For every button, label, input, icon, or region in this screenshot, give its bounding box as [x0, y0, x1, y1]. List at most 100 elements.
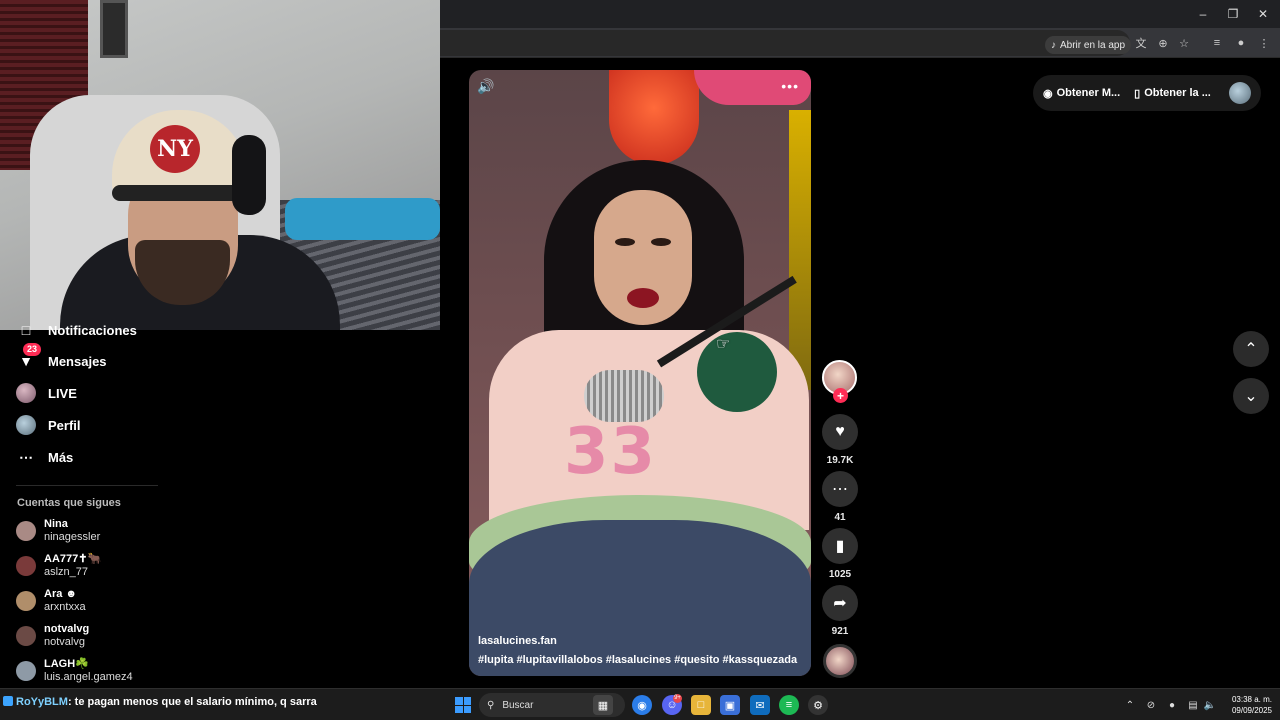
outlook-icon[interactable]: ✉: [750, 695, 770, 715]
save-count: 1025: [828, 569, 852, 580]
video-caption: lasalucines.fan #lupita #lupitavillalobo…: [478, 635, 803, 666]
profile-avatar: [16, 415, 36, 435]
chat-overlay: RoYyBLM: te pagan menos que el salario m…: [3, 696, 317, 708]
phone-icon: ▯: [1134, 87, 1141, 100]
comment-count: 41: [834, 512, 846, 523]
sidebar-item-live[interactable]: LIVE: [16, 381, 77, 405]
windows-start-icon[interactable]: [455, 697, 471, 713]
get-app-button[interactable]: ▯ Obtener la ...: [1134, 87, 1211, 100]
address-bar[interactable]: ♪ Abrir en la app: [440, 30, 1132, 56]
browser-toolbar: ♪ Abrir en la app 文 ⊕ ☆ ≡ ● ⋮: [440, 28, 1280, 58]
browser-menu-icon[interactable]: ⋮: [1255, 34, 1273, 52]
bookmark-icon: ▮: [835, 538, 845, 555]
send-icon: ▼ 23: [16, 343, 42, 371]
account-handle: ninagessler: [44, 531, 101, 543]
like-button[interactable]: ♥: [822, 414, 858, 450]
inbox-icon: □: [21, 322, 31, 338]
account-name: notvalvg: [44, 623, 90, 635]
browser-titlebar: – ❐ ✕: [440, 0, 1280, 28]
like-count: 19.7K: [826, 455, 854, 466]
comment-button[interactable]: ⋯: [822, 471, 858, 507]
video-player[interactable]: 33 🔊 ••• lasalucines.fan #lupita #lupita…: [469, 70, 811, 676]
video-person-eye: [615, 238, 635, 246]
webcam-cap-visor: [112, 185, 247, 201]
get-coins-button[interactable]: ◉ Obtener M...: [1043, 87, 1120, 100]
more-options-icon[interactable]: •••: [781, 78, 799, 94]
chevron-up-icon: ⌃: [1244, 341, 1258, 358]
user-avatar[interactable]: [1229, 82, 1251, 104]
video-person-eye: [651, 238, 671, 246]
save-button[interactable]: ▮: [822, 528, 858, 564]
cap-logo-icon: NY: [150, 125, 200, 173]
sidebar-item-more[interactable]: ⋯ Más: [16, 445, 73, 469]
open-in-app-button[interactable]: ♪ Abrir en la app: [1045, 36, 1132, 54]
account-avatar: [16, 556, 36, 576]
network-icon[interactable]: ▤: [1186, 698, 1200, 712]
account-handle: luis.angel.gamez4: [44, 671, 133, 683]
messages-badge: 23: [23, 343, 42, 356]
webcam-wall-frame: [100, 0, 128, 58]
volume-icon[interactable]: 🔊: [477, 78, 497, 98]
mouse-cursor-icon: ☞: [716, 336, 731, 353]
app-icon[interactable]: ⚙: [808, 695, 828, 715]
chevron-down-icon: ⌄: [1244, 388, 1258, 405]
account-avatar: [16, 521, 36, 541]
live-avatar: [16, 383, 36, 403]
sidebar-item-profile[interactable]: Perfil: [16, 413, 81, 437]
account-name: AA777✝🐂: [44, 553, 102, 565]
microphone-icon[interactable]: ●: [1165, 698, 1179, 712]
spotify-icon[interactable]: ≡: [779, 695, 799, 715]
widgets-icon[interactable]: ▦: [593, 695, 613, 715]
webcam-blanket: [285, 198, 440, 240]
following-account[interactable]: Ara ☻ arxntxxa: [16, 586, 156, 616]
sidebar-divider: [16, 485, 158, 486]
music-disc-icon[interactable]: [823, 644, 857, 678]
video-author[interactable]: lasalucines.fan: [478, 635, 803, 647]
video-background-curtain: [789, 110, 811, 390]
screen: – ❐ ✕ ♪ Abrir en la app 文 ⊕ ☆ ≡ ● ⋮ NY □…: [0, 0, 1280, 720]
following-title: Cuentas que sigues: [17, 497, 121, 509]
chat-message: : te pagan menos que el salario mínimo, …: [67, 696, 317, 708]
profile-icon[interactable]: ●: [1232, 34, 1250, 52]
share-arrow-icon: ➦: [833, 595, 847, 612]
close-icon[interactable]: ✕: [1248, 0, 1278, 28]
search-icon: ⚲: [487, 699, 495, 711]
volume-tray-icon[interactable]: 🔈: [1203, 698, 1217, 712]
minimize-icon[interactable]: –: [1188, 0, 1218, 28]
video-microphone: [584, 370, 664, 422]
follow-plus-icon[interactable]: +: [833, 388, 848, 403]
next-video-button[interactable]: ⌄: [1233, 378, 1269, 414]
share-button[interactable]: ➦: [822, 585, 858, 621]
file-explorer-icon[interactable]: □: [691, 695, 711, 715]
following-account[interactable]: Nina ninagessler: [16, 516, 156, 546]
account-handle: notvalvg: [44, 636, 85, 648]
more-icon: ⋯: [19, 448, 33, 465]
account-name: LAGH☘️: [44, 658, 89, 670]
windows-taskbar: RoYyBLM: te pagan menos que el salario m…: [0, 688, 1280, 720]
chat-badge-icon: [3, 696, 13, 706]
account-avatar: [16, 591, 36, 611]
restore-icon[interactable]: ❐: [1218, 0, 1248, 28]
following-account[interactable]: LAGH☘️ luis.angel.gamez4: [16, 656, 156, 686]
wifi-off-icon[interactable]: ⊘: [1144, 698, 1158, 712]
zoom-icon[interactable]: ⊕: [1154, 34, 1172, 52]
account-avatar: [16, 626, 36, 646]
sidebar-item-messages[interactable]: ▼ 23 Mensajes: [16, 343, 107, 373]
chat-username: RoYyBLM: [16, 696, 68, 708]
video-hashtags[interactable]: #lupita #lupitavillalobos #lasalucines #…: [478, 654, 803, 666]
jersey-number: 33: [564, 415, 658, 489]
video-shirt-sleeve: [697, 332, 777, 412]
following-account[interactable]: AA777✝🐂 aslzn_77: [16, 551, 156, 581]
account-handle: arxntxxa: [44, 601, 86, 613]
reading-list-icon[interactable]: ≡: [1208, 34, 1226, 52]
bookmark-star-icon[interactable]: ☆: [1175, 34, 1193, 52]
tray-chevron-up-icon[interactable]: ⌃: [1123, 698, 1137, 712]
translate-icon[interactable]: 文: [1132, 34, 1150, 52]
following-account[interactable]: notvalvg notvalvg: [16, 621, 156, 651]
sidebar-item-notifications[interactable]: □ Notificaciones: [16, 318, 137, 342]
store-icon[interactable]: ▣: [720, 695, 740, 715]
video-person-mouth: [627, 288, 659, 308]
chrome-icon[interactable]: ◉: [632, 695, 652, 715]
previous-video-button[interactable]: ⌃: [1233, 331, 1269, 367]
taskbar-clock[interactable]: 03:38 a. m. 09/09/2025: [1222, 694, 1272, 716]
